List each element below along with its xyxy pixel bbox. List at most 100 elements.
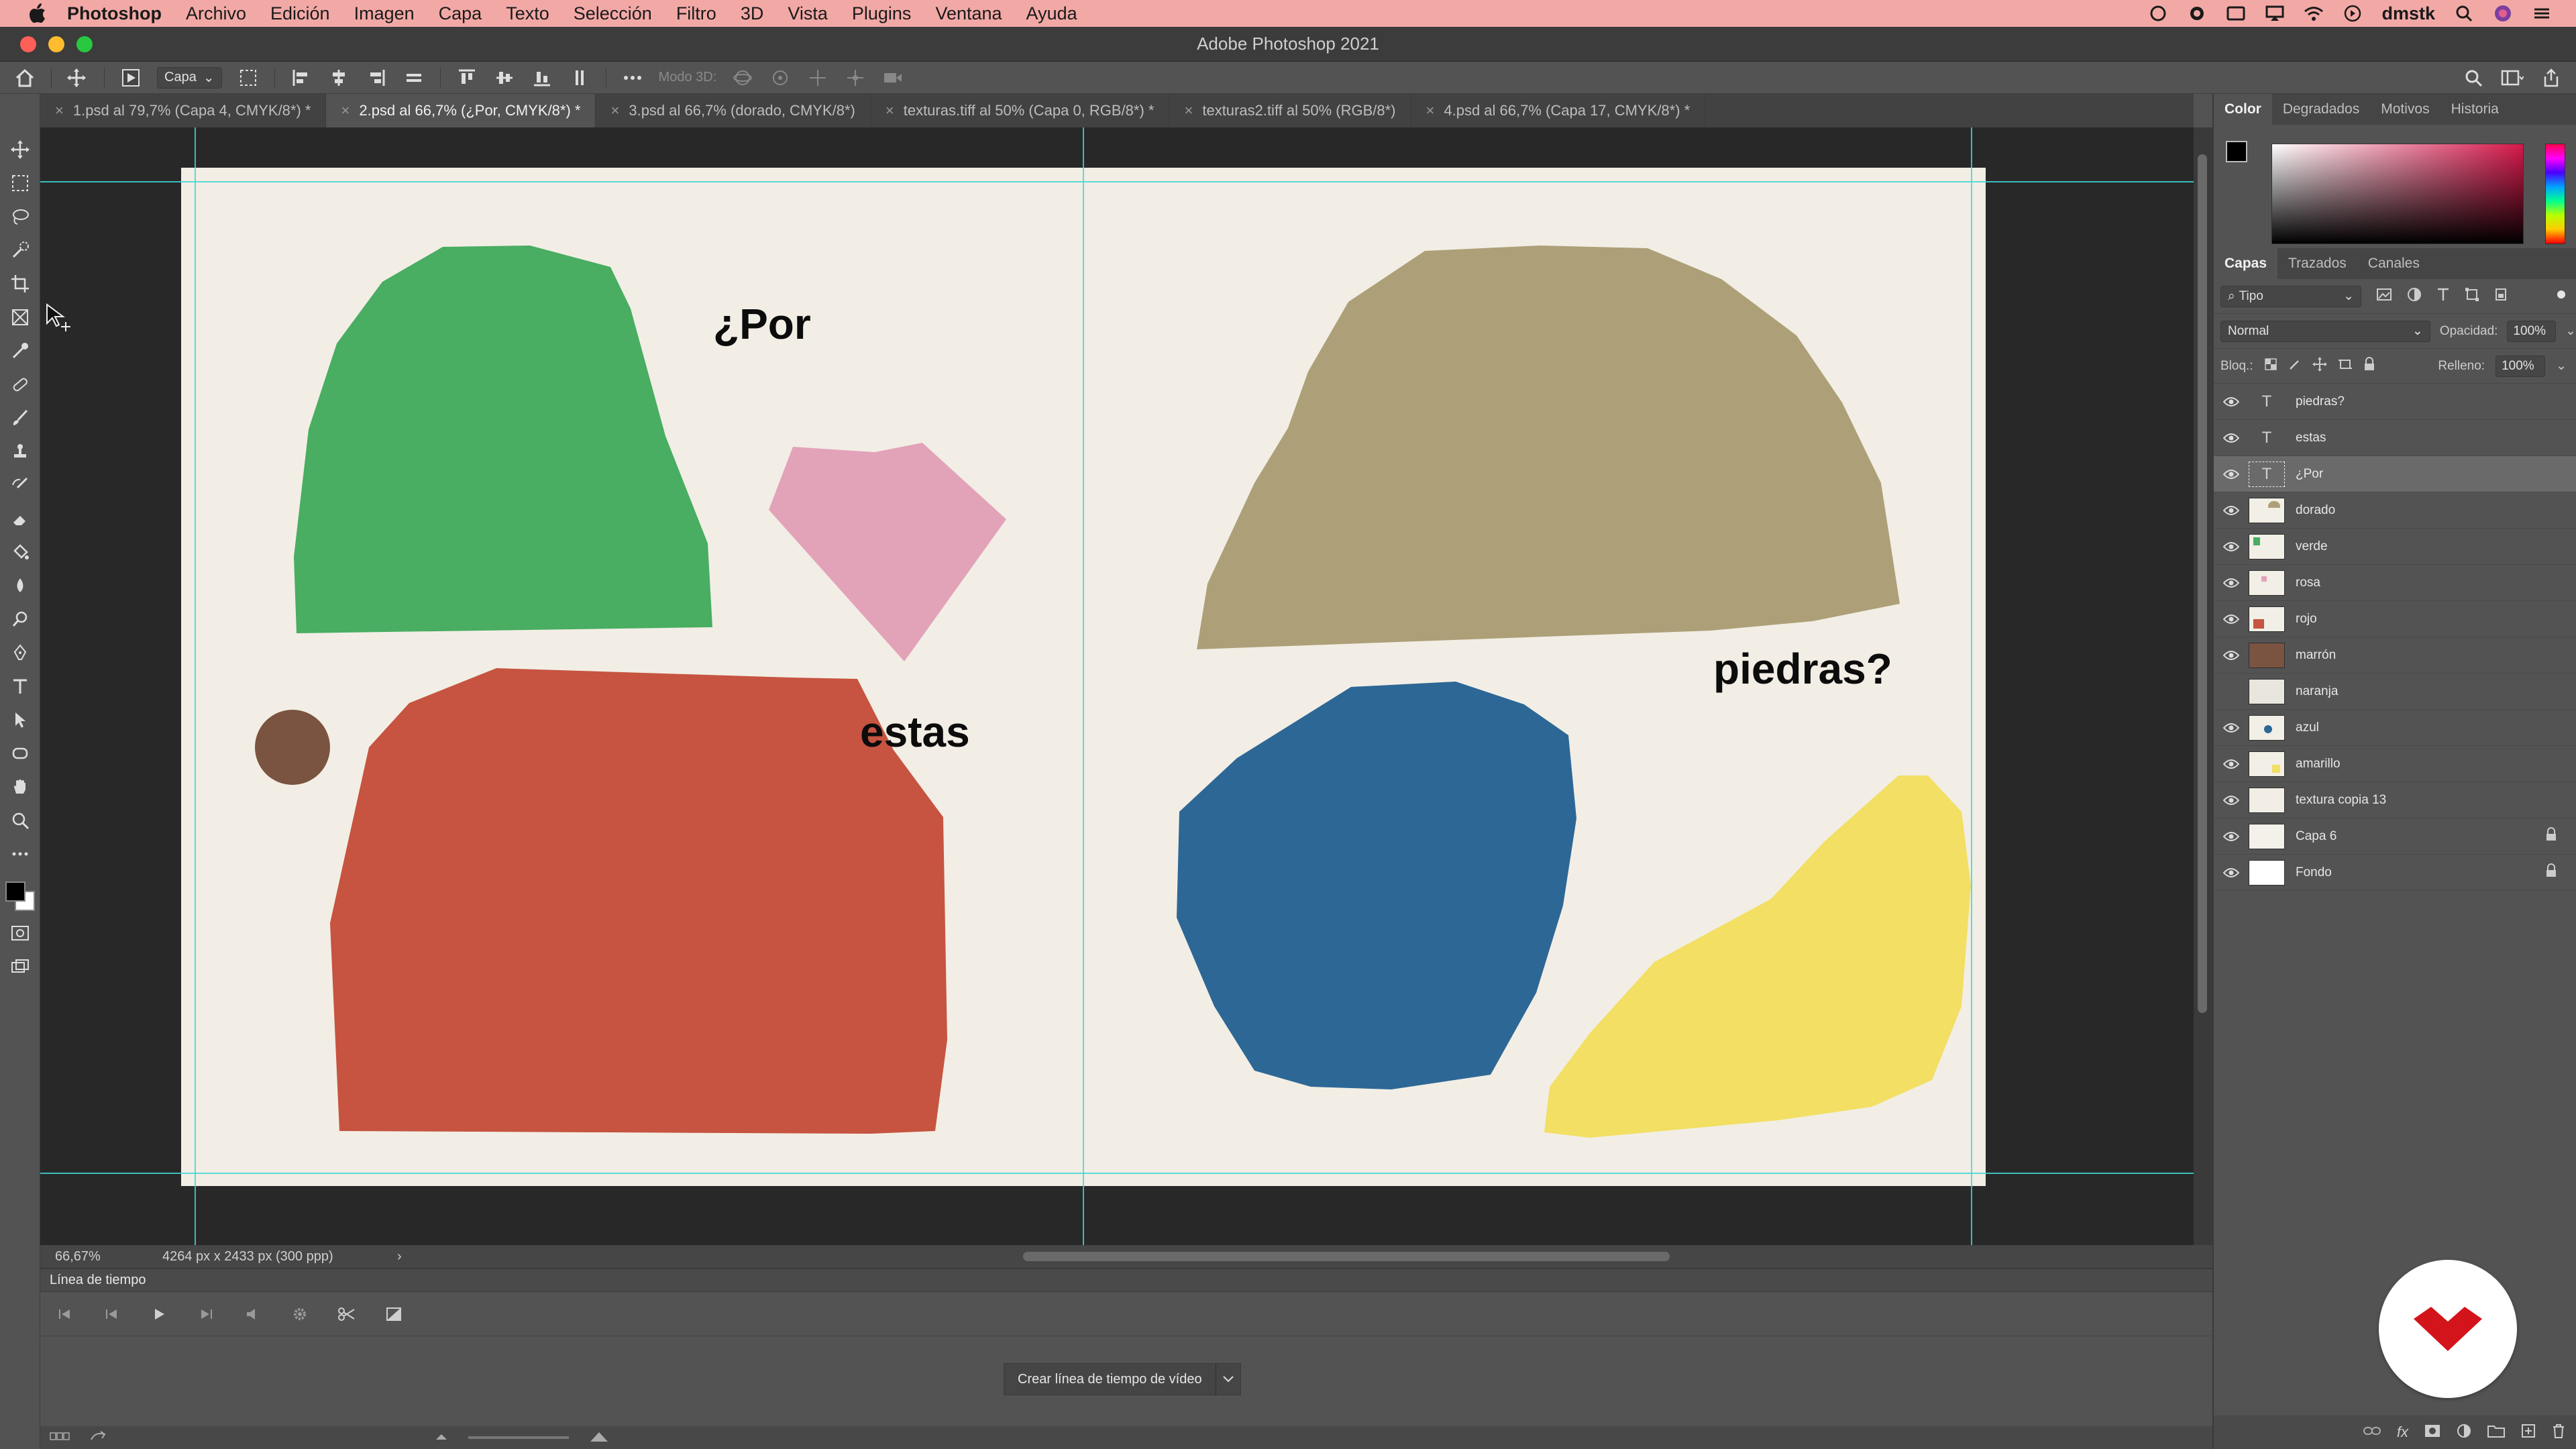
video-3d-icon[interactable] bbox=[881, 66, 904, 89]
tab-1-psd[interactable]: × 1.psd al 79,7% (Capa 4, CMYK/8*) * bbox=[40, 94, 327, 127]
guide-vertical-center[interactable] bbox=[1083, 127, 1084, 1245]
brush-tool-icon[interactable] bbox=[9, 407, 32, 429]
tab-degradados[interactable]: Degradados bbox=[2272, 94, 2370, 125]
menu-app-name[interactable]: Photoshop bbox=[67, 3, 162, 24]
layer-row-verde[interactable]: verde bbox=[2214, 529, 2576, 565]
guide-horizontal-bottom[interactable] bbox=[40, 1173, 2194, 1174]
spotlight-search-icon[interactable] bbox=[2454, 5, 2474, 22]
layer-name[interactable]: rojo bbox=[2296, 612, 2317, 627]
visibility-eye-icon[interactable] bbox=[2214, 433, 2249, 443]
first-frame-icon[interactable] bbox=[55, 1304, 75, 1324]
vertical-scrollbar-thumb[interactable] bbox=[2198, 154, 2207, 1013]
timeline-frames-icon[interactable] bbox=[50, 1432, 70, 1444]
visibility-eye-icon[interactable] bbox=[2214, 650, 2249, 661]
visibility-eye-icon[interactable] bbox=[2214, 396, 2249, 407]
lock-transparent-icon[interactable] bbox=[2264, 358, 2277, 375]
menu-archivo[interactable]: Archivo bbox=[186, 3, 246, 24]
layer-row-estas[interactable]: T estas bbox=[2214, 420, 2576, 456]
panel-foreground-swatch[interactable] bbox=[2226, 141, 2247, 162]
chevron-down-icon[interactable] bbox=[1216, 1375, 1240, 1383]
workspace-icon[interactable] bbox=[2501, 66, 2524, 89]
vertical-scrollbar[interactable] bbox=[2194, 127, 2212, 1245]
orbit-3d-icon[interactable] bbox=[731, 66, 754, 89]
layer-name[interactable]: naranja bbox=[2296, 684, 2338, 699]
wifi-icon[interactable] bbox=[2304, 5, 2324, 22]
history-brush-tool-icon[interactable] bbox=[9, 474, 32, 496]
type-tool-icon[interactable] bbox=[9, 675, 32, 698]
canvas-text-estas[interactable]: estas bbox=[860, 707, 970, 757]
layer-row-naranja[interactable]: naranja bbox=[2214, 674, 2576, 710]
visibility-eye-icon[interactable] bbox=[2214, 505, 2249, 516]
more-options-icon[interactable] bbox=[621, 66, 644, 89]
tab-trazados[interactable]: Trazados bbox=[2277, 248, 2357, 279]
rectangle-tool-icon[interactable] bbox=[9, 742, 32, 765]
move-tool-icon[interactable] bbox=[9, 138, 32, 161]
split-scissors-icon[interactable] bbox=[337, 1304, 357, 1324]
close-window-button[interactable] bbox=[20, 36, 36, 52]
tab-2-psd[interactable]: × 2.psd al 66,7% (¿Por, CMYK/8*) * bbox=[326, 94, 596, 127]
foreground-background-colors[interactable] bbox=[5, 881, 35, 911]
edit-toolbar-icon[interactable] bbox=[9, 843, 32, 865]
home-icon[interactable] bbox=[13, 66, 36, 89]
transition-icon[interactable] bbox=[384, 1304, 404, 1324]
layer-name[interactable]: rosa bbox=[2296, 576, 2320, 590]
lock-pixels-icon[interactable] bbox=[2288, 358, 2302, 375]
layer-name[interactable]: ¿Por bbox=[2296, 467, 2323, 482]
menu-ayuda[interactable]: Ayuda bbox=[1026, 3, 1077, 24]
zoom-in-timeline-icon[interactable] bbox=[589, 1430, 609, 1446]
layer-name[interactable]: textura copia 13 bbox=[2296, 793, 2386, 808]
close-tab-icon[interactable]: × bbox=[1184, 102, 1193, 119]
play-icon[interactable] bbox=[149, 1304, 169, 1324]
tab-color[interactable]: Color bbox=[2214, 94, 2272, 125]
layer-row-dorado[interactable]: dorado bbox=[2214, 492, 2576, 529]
menu-ventana[interactable]: Ventana bbox=[935, 3, 1002, 24]
zoom-tool-icon[interactable] bbox=[9, 809, 32, 832]
create-video-timeline-label[interactable]: Crear línea de tiempo de vídeo bbox=[1004, 1363, 1216, 1395]
move-tool-preset-icon[interactable] bbox=[66, 66, 89, 89]
auto-select-target-dropdown[interactable]: Capa ⌄ bbox=[157, 66, 222, 89]
menu-3d[interactable]: 3D bbox=[741, 3, 764, 24]
opacity-input[interactable]: 100% bbox=[2507, 320, 2557, 342]
canvas-text-por[interactable]: ¿Por bbox=[713, 299, 811, 349]
create-video-timeline-button[interactable]: Crear línea de tiempo de vídeo bbox=[1004, 1363, 1241, 1395]
audio-icon[interactable] bbox=[243, 1304, 263, 1324]
layer-row-azul[interactable]: azul bbox=[2214, 710, 2576, 746]
menu-imagen[interactable]: Imagen bbox=[354, 3, 415, 24]
layer-row-rosa[interactable]: rosa bbox=[2214, 565, 2576, 601]
next-frame-icon[interactable] bbox=[196, 1304, 216, 1324]
paint-bucket-tool-icon[interactable] bbox=[9, 541, 32, 564]
layer-row-por[interactable]: T ¿Por bbox=[2214, 456, 2576, 492]
screen-icon[interactable] bbox=[2226, 5, 2246, 22]
hand-tool-icon[interactable] bbox=[9, 775, 32, 798]
play-circle-icon[interactable] bbox=[2343, 5, 2363, 22]
menu-vista[interactable]: Vista bbox=[788, 3, 828, 24]
search-icon[interactable] bbox=[2462, 66, 2485, 89]
adjustment-layer-icon[interactable] bbox=[2457, 1424, 2471, 1442]
pan-3d-icon[interactable] bbox=[806, 66, 829, 89]
lock-artboard-icon[interactable] bbox=[2338, 358, 2353, 375]
visibility-eye-icon[interactable] bbox=[2214, 759, 2249, 769]
pen-tool-icon[interactable] bbox=[9, 641, 32, 664]
tab-motivos[interactable]: Motivos bbox=[2370, 94, 2440, 125]
eraser-tool-icon[interactable] bbox=[9, 507, 32, 530]
lock-all-icon[interactable] bbox=[2363, 356, 2375, 376]
lock-position-icon[interactable] bbox=[2312, 356, 2327, 376]
align-center-h-icon[interactable] bbox=[327, 66, 350, 89]
menu-capa[interactable]: Capa bbox=[439, 3, 482, 24]
screen-mode-icon[interactable] bbox=[9, 955, 32, 978]
layer-name[interactable]: marrón bbox=[2296, 648, 2336, 663]
control-center-icon[interactable] bbox=[2532, 5, 2552, 22]
filter-smart-object-icon[interactable] bbox=[2494, 287, 2508, 305]
clone-stamp-tool-icon[interactable] bbox=[9, 440, 32, 463]
blur-tool-icon[interactable] bbox=[9, 574, 32, 597]
document-dimensions[interactable]: 4264 px x 2433 px (300 ppp) bbox=[162, 1249, 397, 1265]
healing-brush-tool-icon[interactable] bbox=[9, 373, 32, 396]
render-video-icon[interactable] bbox=[90, 1430, 106, 1446]
close-tab-icon[interactable]: × bbox=[1426, 102, 1435, 119]
previous-frame-icon[interactable] bbox=[102, 1304, 122, 1324]
dodge-tool-icon[interactable] bbox=[9, 608, 32, 631]
tab-4-psd[interactable]: × 4.psd al 66,7% (Capa 17, CMYK/8*) * bbox=[1411, 94, 1706, 127]
close-tab-icon[interactable]: × bbox=[885, 102, 894, 119]
document-window[interactable]: ¿Por estas piedras? bbox=[40, 127, 2194, 1245]
blend-mode-dropdown[interactable]: Normal ⌄ bbox=[2220, 320, 2430, 342]
